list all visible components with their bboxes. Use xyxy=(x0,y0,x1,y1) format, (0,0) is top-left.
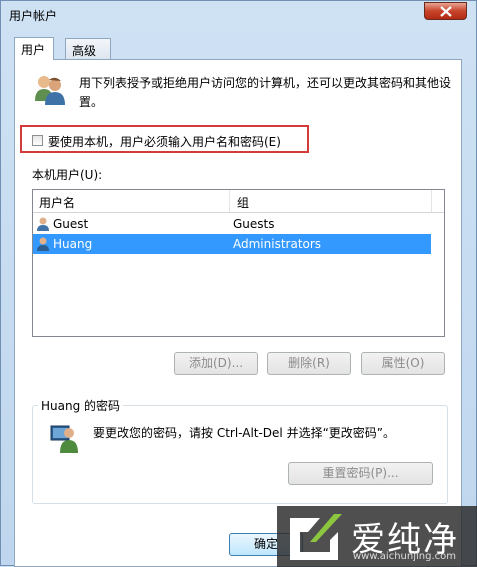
users-tab-panel: 用下列表授予或拒绝用户访问您的计算机，还可以更改其密码和其他设置。 要使用本机，… xyxy=(14,59,462,567)
users-list[interactable]: 用户名 组 Guest Guests Huang Administrators xyxy=(32,189,445,337)
column-separator[interactable] xyxy=(431,190,432,212)
properties-button[interactable]: 属性(O) xyxy=(361,352,445,375)
remove-user-button[interactable]: 删除(R) xyxy=(267,352,351,375)
row-username: Huang xyxy=(53,237,93,251)
watermark: 爱纯净 www.aichunjing.com xyxy=(277,506,477,567)
password-group xyxy=(32,405,448,504)
require-login-label[interactable]: 要使用本机，用户必须输入用户名和密码(E) xyxy=(48,133,281,150)
user-accounts-window: 用户帐户 用户 高级 用下列表授予或拒绝用户访问您的计算机，还可以更改其密码和其… xyxy=(0,0,477,567)
title-bar[interactable]: 用户帐户 xyxy=(1,1,476,29)
require-login-checkbox[interactable] xyxy=(32,135,43,146)
user-password-icon xyxy=(50,425,78,453)
reset-password-button[interactable]: 重置密码(P)... xyxy=(288,462,433,485)
column-separator[interactable] xyxy=(229,190,230,212)
column-header-username[interactable]: 用户名 xyxy=(39,194,75,211)
add-user-button[interactable]: 添加(D)... xyxy=(174,352,258,375)
user-icon xyxy=(37,237,49,251)
close-button[interactable] xyxy=(424,2,467,20)
list-header: 用户名 组 xyxy=(33,190,444,213)
table-row[interactable]: Huang Administrators xyxy=(33,234,431,254)
watermark-url: www.aichunjing.com xyxy=(353,551,456,562)
password-instruction-text: 要更改您的密码，请按 Ctrl-Alt-Del 并选择“更改密码”。 xyxy=(93,426,396,440)
row-username: Guest xyxy=(53,217,89,231)
aichunjing-logo-icon xyxy=(290,514,342,560)
row-group: Guests xyxy=(233,217,275,231)
row-group: Administrators xyxy=(233,237,322,251)
tab-advanced[interactable]: 高级 xyxy=(65,38,111,59)
users-icon xyxy=(35,76,65,105)
local-users-label: 本机用户(U): xyxy=(32,168,103,182)
intro-text: 用下列表授予或拒绝用户访问您的计算机，还可以更改其密码和其他设置。 xyxy=(79,76,452,109)
close-icon xyxy=(440,6,452,17)
column-header-group[interactable]: 组 xyxy=(237,194,249,211)
table-row[interactable]: Guest Guests xyxy=(33,214,431,234)
password-group-title: Huang 的密码 xyxy=(38,397,124,414)
window-title: 用户帐户 xyxy=(9,9,58,23)
tab-users[interactable]: 用户 xyxy=(14,37,54,60)
user-icon xyxy=(37,217,49,231)
